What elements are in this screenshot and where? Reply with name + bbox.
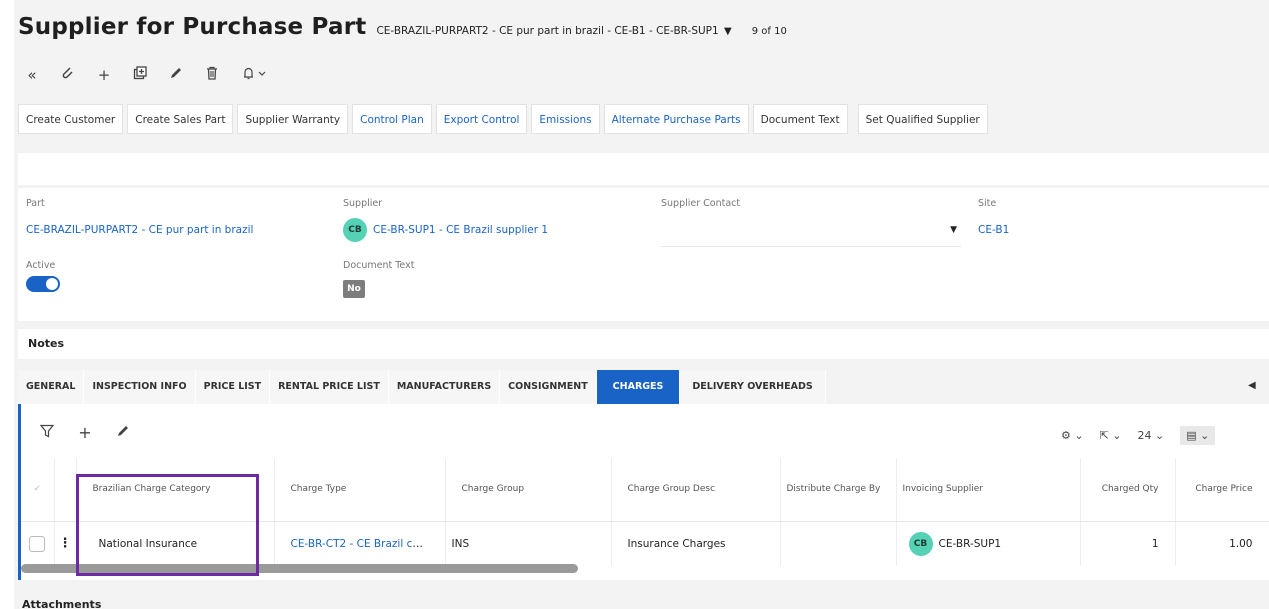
grid-toolbar: + [39, 424, 131, 441]
record-selector[interactable]: CE-BRAZIL-PURPART2 - CE pur part in braz… [376, 25, 731, 37]
export-icon[interactable]: ⇱ ⌄ [1100, 429, 1122, 442]
site-value[interactable]: CE-B1 [978, 224, 1009, 236]
document-text-badge: No [343, 280, 365, 298]
tab-rental-price-list[interactable]: RENTAL PRICE LIST [270, 370, 389, 404]
cell-charge-type[interactable]: CE-BR-CT2 - CE Brazil ch... [274, 521, 446, 566]
active-label: Active [26, 260, 56, 271]
cell-invoicing-supplier[interactable]: CB CE-BR-SUP1 [896, 521, 1081, 566]
supplier-field[interactable]: CB CE-BR-SUP1 - CE Brazil supplier 1 [343, 218, 548, 242]
control-plan-link[interactable]: Control Plan [352, 104, 432, 134]
part-value[interactable]: CE-BRAZIL-PURPART2 - CE pur part in braz… [26, 224, 253, 236]
delete-icon[interactable] [204, 66, 220, 83]
charge-type-link[interactable]: CE-BR-CT2 - CE Brazil ch... [291, 538, 430, 550]
column-header-charge-group-desc[interactable]: Charge Group Desc [611, 458, 781, 522]
supplier-contact-select[interactable]: ▼ [661, 215, 961, 247]
tab-delivery-overheads[interactable]: DELIVERY OVERHEADS [680, 370, 826, 404]
emissions-link[interactable]: Emissions [531, 104, 600, 134]
cell-charge-group[interactable]: INS [445, 521, 612, 566]
invoicing-supplier-value: CE-BR-SUP1 [938, 537, 1002, 550]
supplier-value: CE-BR-SUP1 - CE Brazil supplier 1 [373, 224, 549, 236]
horizontal-scrollbar[interactable] [21, 564, 578, 573]
cell-charged-qty[interactable]: 1 [1080, 521, 1176, 566]
create-customer-button[interactable]: Create Customer [18, 104, 124, 134]
document-text-label: Document Text [343, 260, 415, 271]
add-icon[interactable]: + [96, 67, 112, 83]
avatar: CB [908, 531, 933, 556]
supplier-label: Supplier [343, 198, 383, 209]
table-row[interactable]: ⋮ National Insurance CE-BR-CT2 - CE Braz… [21, 521, 1269, 566]
tab-manufacturers[interactable]: MANUFACTURERS [388, 370, 501, 404]
select-all-header[interactable]: ✓ [21, 458, 55, 522]
column-header-distribute-charge-by[interactable]: Distribute Charge By [780, 458, 897, 522]
column-header-charge-type[interactable]: Charge Type [274, 458, 446, 522]
table-header-row: ✓ Brazilian Charge Category Charge Type … [21, 458, 1269, 522]
grid-settings-bar: ⚙ ⌄ ⇱ ⌄ 24 ⌄ ▤ ⌄ [1061, 426, 1216, 445]
create-sales-part-button[interactable]: Create Sales Part [127, 104, 234, 134]
settings-icon[interactable]: ⚙ ⌄ [1061, 429, 1084, 442]
row-checkbox[interactable] [29, 535, 46, 552]
cell-charge-price[interactable]: 1.00 [1175, 521, 1269, 566]
toggle-knob [46, 278, 58, 290]
cell-charge-group-desc[interactable]: Insurance Charges [611, 521, 781, 566]
table-view-icon[interactable]: ▤ ⌄ [1180, 426, 1216, 445]
part-label: Part [26, 198, 45, 209]
tab-scroll-left-icon[interactable]: ◀ [1248, 380, 1256, 391]
page-title: Supplier for Purchase Part [18, 14, 367, 40]
record-id: CE-BRAZIL-PURPART2 - CE pur part in braz… [376, 25, 719, 37]
caret-down-icon: ▼ [950, 225, 957, 235]
tab-consignment[interactable]: CONSIGNMENT [500, 370, 597, 404]
collapse-icon[interactable]: « [24, 67, 40, 83]
add-icon[interactable]: + [77, 424, 93, 441]
document-text-button[interactable]: Document Text [752, 104, 848, 134]
charges-grid-panel: + ⚙ ⌄ ⇱ ⌄ 24 ⌄ ▤ ⌄ ✓ Brazilian Charge Ca… [18, 404, 1269, 580]
avatar: CB [343, 218, 367, 242]
record-count: 9 of 10 [751, 26, 787, 37]
page-size-value: 24 [1137, 429, 1152, 442]
record-toolbar: « + [24, 66, 270, 83]
tab-charges[interactable]: CHARGES [596, 370, 681, 404]
row-menu-header [54, 458, 77, 522]
tab-bar: GENERAL INSPECTION INFO PRICE LIST RENTA… [18, 370, 826, 404]
edit-icon[interactable] [115, 424, 131, 441]
column-header-brazilian-charge-category[interactable]: Brazilian Charge Category [76, 458, 275, 522]
notification-icon[interactable] [240, 66, 270, 83]
page-size-select[interactable]: 24 ⌄ [1138, 429, 1165, 442]
tab-inspection-info[interactable]: INSPECTION INFO [84, 370, 196, 404]
row-menu-icon[interactable]: ⋮ [59, 536, 72, 551]
site-label: Site [978, 198, 997, 209]
page-header: Supplier for Purchase Part CE-BRAZIL-PUR… [18, 14, 787, 40]
column-header-charge-price[interactable]: Charge Price [1175, 458, 1269, 522]
edit-icon[interactable] [168, 66, 184, 83]
row-checkbox-cell [21, 521, 55, 566]
set-qualified-supplier-button[interactable]: Set Qualified Supplier [857, 104, 988, 134]
duplicate-icon[interactable] [132, 66, 148, 83]
attach-icon[interactable] [60, 66, 76, 83]
notes-section[interactable]: Notes [18, 329, 1269, 359]
tab-price-list[interactable]: PRICE LIST [195, 370, 271, 404]
alternate-purchase-parts-link[interactable]: Alternate Purchase Parts [603, 104, 749, 134]
command-bar: Create Customer Create Sales Part Suppli… [18, 104, 988, 134]
supplier-warranty-button[interactable]: Supplier Warranty [237, 104, 349, 134]
row-menu-cell: ⋮ [54, 521, 77, 566]
export-control-link[interactable]: Export Control [435, 104, 528, 134]
caret-down-icon[interactable]: ▼ [724, 26, 732, 37]
detail-form: Part CE-BRAZIL-PURPART2 - CE pur part in… [18, 188, 1269, 321]
cell-brazilian-charge-category[interactable]: National Insurance [76, 521, 275, 566]
notes-label: Notes [28, 337, 65, 350]
cell-distribute-charge-by[interactable] [780, 521, 897, 566]
column-header-charge-group[interactable]: Charge Group [445, 458, 612, 522]
active-toggle[interactable] [26, 276, 60, 292]
tab-general[interactable]: GENERAL [18, 370, 85, 404]
column-header-invoicing-supplier[interactable]: Invoicing Supplier [896, 458, 1081, 522]
attachments-label[interactable]: Attachments [22, 598, 101, 609]
column-header-charged-qty[interactable]: Charged Qty [1080, 458, 1176, 522]
charges-table: ✓ Brazilian Charge Category Charge Type … [21, 458, 1269, 566]
blank-card [18, 153, 1269, 185]
filter-icon[interactable] [39, 424, 55, 441]
supplier-contact-label: Supplier Contact [661, 198, 741, 209]
